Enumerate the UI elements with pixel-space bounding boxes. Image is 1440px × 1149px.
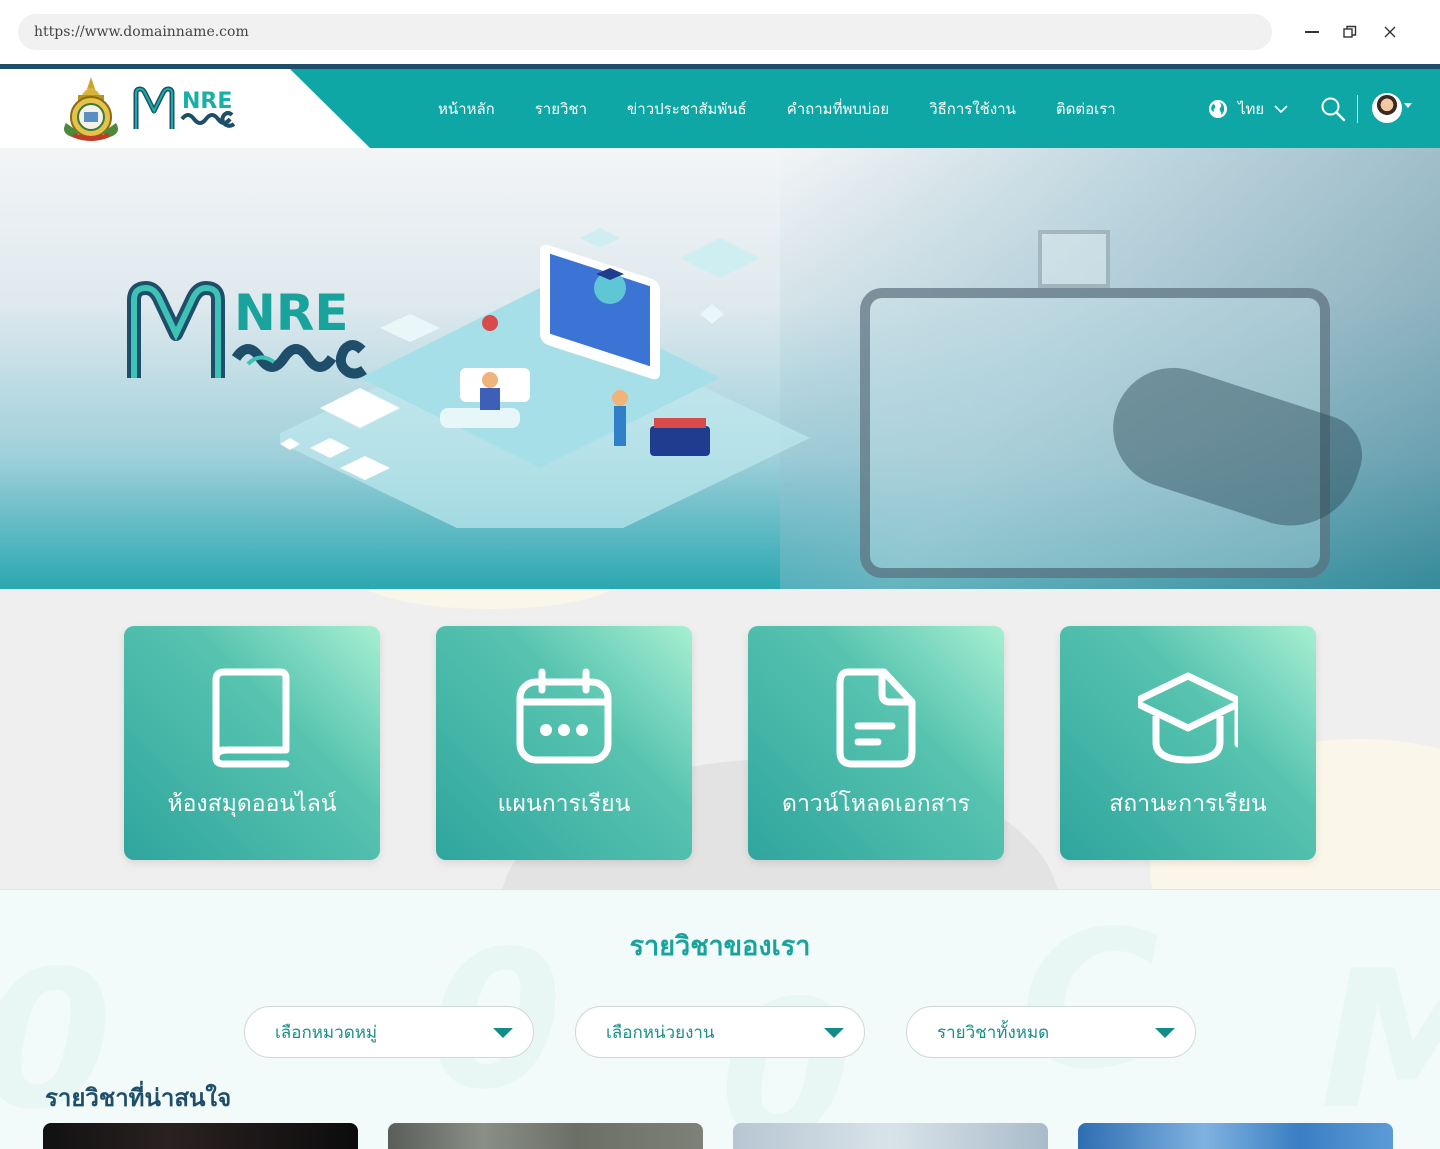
book-icon — [212, 668, 290, 768]
nav-item-contact[interactable]: ติดต่อเรา — [1056, 97, 1116, 121]
category-select[interactable]: เลือกหมวดหมู่ — [244, 1006, 534, 1058]
department-select[interactable]: เลือกหน่วยงาน — [575, 1006, 865, 1058]
search-icon[interactable] — [1320, 96, 1346, 122]
e-learning-illustration — [280, 228, 810, 528]
site-header: NRE หน้าหลัก รายวิชา ข่าวประชาสัมพันธ์ ค… — [0, 69, 1440, 148]
language-label: ไทย — [1238, 100, 1265, 118]
hero-photo-frame — [1038, 230, 1110, 288]
decor-blob — [360, 589, 620, 609]
nav-item-news[interactable]: ข่าวประชาสัมพันธ์ — [627, 97, 747, 121]
service-label: ห้องสมุดออนไลน์ — [167, 791, 337, 817]
ministry-seal-icon[interactable] — [60, 75, 122, 143]
nav-item-faq[interactable]: คำถามที่พบบ่อย — [787, 97, 889, 121]
graduation-cap-icon — [1138, 672, 1238, 764]
caret-down-icon[interactable] — [1404, 103, 1412, 108]
address-bar[interactable]: https://www.domainname.com — [18, 14, 1272, 50]
caret-down-icon — [1155, 1028, 1175, 1038]
chevron-down-icon — [1274, 105, 1288, 114]
caret-down-icon — [493, 1028, 513, 1038]
interesting-courses-title: รายวิชาที่น่าสนใจ — [45, 1084, 232, 1112]
close-icon[interactable] — [1380, 22, 1400, 42]
nav-item-home[interactable]: หน้าหลัก — [438, 97, 495, 121]
service-label: แผนการเรียน — [497, 791, 631, 817]
hero-banner: NRE — [0, 148, 1440, 589]
select-value: เลือกหน่วยงาน — [606, 1022, 715, 1043]
course-card-thumbnail[interactable] — [388, 1123, 703, 1149]
service-label: สถานะการเรียน — [1109, 791, 1267, 817]
course-card-thumbnail[interactable] — [1078, 1123, 1393, 1149]
service-card-study-plan[interactable]: แผนการเรียน — [436, 626, 692, 860]
courses-section: 0 0 0 C M รายวิชาของเรา เลือกหมวดหมู่ เล… — [0, 889, 1440, 1149]
language-selector[interactable]: ไทย — [1208, 97, 1288, 121]
mnremooc-logo[interactable]: NRE — [132, 85, 244, 133]
main-nav: หน้าหลัก รายวิชา ข่าวประชาสัมพันธ์ คำถาม… — [438, 69, 1116, 148]
select-value: รายวิชาทั้งหมด — [937, 1022, 1050, 1043]
calendar-icon — [516, 668, 612, 764]
caret-down-icon — [824, 1028, 844, 1038]
section-title: รายวิชาของเรา — [629, 931, 811, 962]
restore-icon[interactable] — [1340, 22, 1360, 42]
services-section: ห้องสมุดออนไลน์ แผนการเรียน ดาวน์โหลดเอก… — [0, 589, 1440, 889]
course-card-thumbnail[interactable] — [733, 1123, 1048, 1149]
browser-chrome: https://www.domainname.com — [0, 0, 1440, 64]
service-label: ดาวน์โหลดเอกสาร — [782, 791, 970, 817]
avatar[interactable] — [1372, 93, 1402, 123]
globe-icon — [1209, 100, 1227, 118]
document-icon — [836, 668, 916, 768]
nav-item-how-to[interactable]: วิธีการใช้งาน — [929, 97, 1016, 121]
service-card-download[interactable]: ดาวน์โหลดเอกสาร — [748, 626, 1004, 860]
course-card-thumbnail[interactable] — [43, 1123, 358, 1149]
service-card-library[interactable]: ห้องสมุดออนไลน์ — [124, 626, 380, 860]
select-value: เลือกหมวดหมู่ — [275, 1022, 378, 1043]
url-text: https://www.domainname.com — [34, 24, 249, 40]
nav-divider — [1357, 95, 1358, 123]
minimize-icon[interactable] — [1302, 22, 1322, 42]
service-card-learning-status[interactable]: สถานะการเรียน — [1060, 626, 1316, 860]
mini-logo-text: NRE — [182, 89, 232, 114]
nav-item-courses[interactable]: รายวิชา — [535, 97, 587, 121]
course-select[interactable]: รายวิชาทั้งหมด — [906, 1006, 1196, 1058]
